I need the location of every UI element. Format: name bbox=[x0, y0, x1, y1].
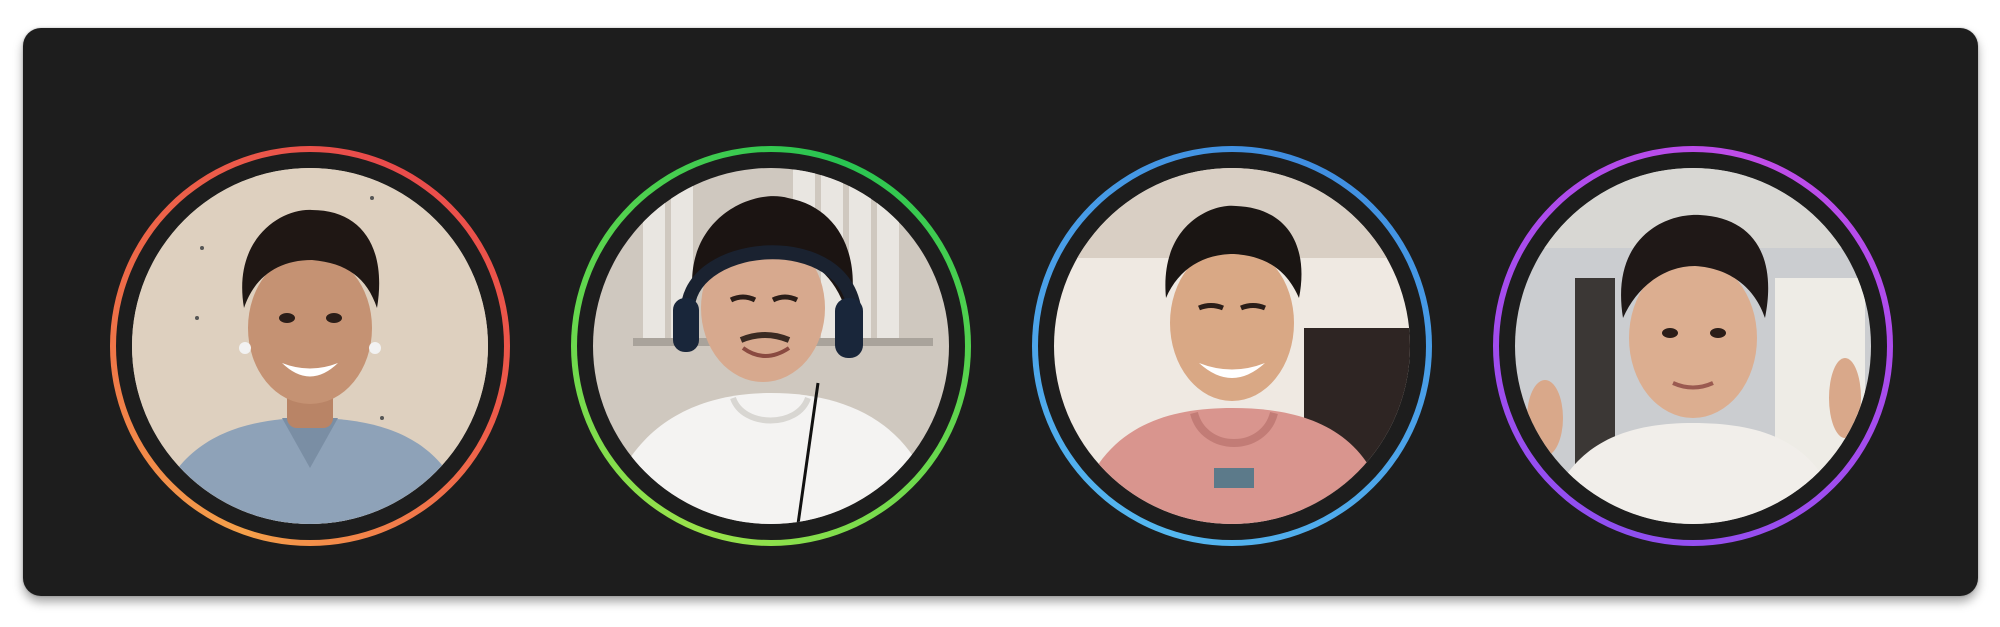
person-avatar-icon bbox=[593, 168, 949, 524]
participants-panel bbox=[23, 28, 1978, 596]
person-avatar-icon bbox=[1515, 168, 1871, 524]
participant-tile-2[interactable] bbox=[571, 146, 971, 546]
participant-video-2 bbox=[593, 168, 949, 524]
participant-tile-1[interactable] bbox=[110, 146, 510, 546]
participant-video-1 bbox=[132, 168, 488, 524]
person-avatar-icon bbox=[132, 168, 488, 524]
participant-video-3 bbox=[1054, 168, 1410, 524]
participant-tile-4[interactable] bbox=[1493, 146, 1893, 546]
participant-tile-3[interactable] bbox=[1032, 146, 1432, 546]
participant-video-4 bbox=[1515, 168, 1871, 524]
person-avatar-icon bbox=[1054, 168, 1410, 524]
